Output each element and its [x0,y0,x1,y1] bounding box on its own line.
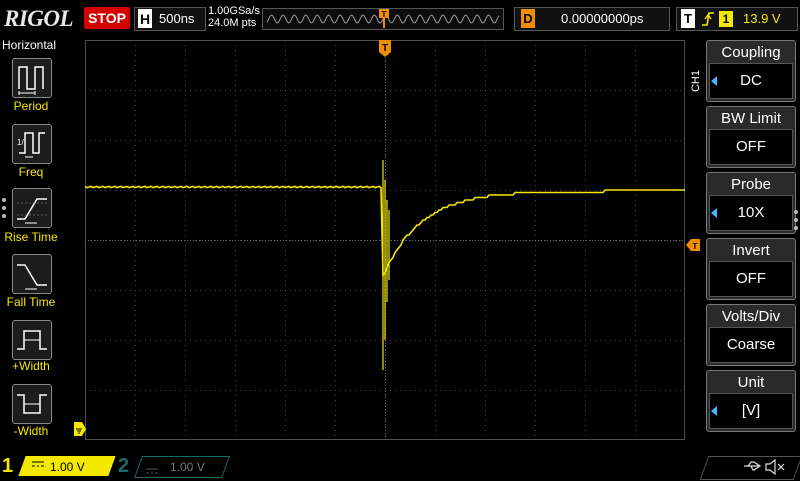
channel-settings-menu: Coupling DC BW Limit OFF Probe 10X Inver… [700,38,800,450]
invert-title: Invert [732,242,770,259]
delay-value: 0.00000000ps [561,11,644,26]
freq-button[interactable]: 1/ [12,124,52,164]
menu-title: Horizontal [2,38,57,52]
coupling-value: DC [709,63,793,99]
period-label: Period [13,99,49,113]
negative-width-button[interactable] [12,384,52,424]
horizontal-measure-menu: Horizontal Period 1/ Freq Rise Time Fall… [0,38,62,448]
fall-time-label: Fall Time [6,295,56,309]
acquisition-info: 1.00GSa/s 24.0M pts [208,5,260,29]
probe-value: 10X [709,195,793,231]
unit-title: Unit [737,374,765,391]
rise-time-icon [17,198,47,224]
unit-value: [V] [709,393,793,429]
period-icon [18,66,44,95]
rise-time-button[interactable] [12,188,52,228]
trigger-position-text: T [382,43,388,54]
timebase-readout[interactable]: H 500ns [134,7,206,31]
ch1-number[interactable]: 1 [2,455,13,478]
unit-softkey[interactable]: Unit [V] [706,370,796,432]
negative-width-icon [17,394,47,414]
period-button[interactable] [12,58,52,98]
rise-time-label: Rise Time [4,230,58,244]
memory-depth: 24.0M pts [208,17,257,29]
fall-time-button[interactable] [12,254,52,294]
volts-div-softkey[interactable]: Volts/Div Coarse [706,304,796,366]
svg-text:T: T [382,10,387,19]
sample-rate: 1.00GSa/s [208,5,260,17]
selector-arrow-icon [711,208,717,218]
probe-title: Probe [730,176,772,193]
invert-softkey[interactable]: Invert OFF [706,238,796,300]
positive-width-label: +Width [12,359,50,373]
memory-position-strip[interactable]: T [262,8,504,30]
dc-coupling-icon [32,461,44,471]
brand-logo: RIGOL [4,6,74,31]
negative-width-label: -Width [13,424,49,438]
freq-label: Freq [18,165,44,179]
ch1-scale: 1.00 V [50,460,85,474]
positive-width-button[interactable] [12,320,52,360]
ch2-scale: 1.00 V [170,460,205,474]
volts-div-value: Coarse [709,327,793,363]
timebase-label: H [138,9,152,28]
top-status-bar: RIGOL STOP H 500ns 1.00GSa/s 24.0M pts T… [0,0,800,38]
bw-limit-title: BW Limit [721,110,781,127]
waveform-graticule [84,40,685,440]
fall-time-icon [17,264,47,290]
trigger-readout[interactable]: T 1 13.9 V [676,7,798,31]
run-stop-indicator[interactable]: STOP [84,7,130,29]
ch2-number[interactable]: 2 [118,455,129,478]
rising-edge-icon [702,12,714,26]
svg-text:1/: 1/ [17,138,24,147]
trigger-position-marker[interactable]: T [378,40,392,63]
invert-value: OFF [709,261,793,297]
ch1-ground-marker[interactable] [74,422,86,441]
dc-coupling-icon [146,463,158,481]
bw-limit-value: OFF [709,129,793,165]
memory-waveform-icon: T [266,9,500,28]
volts-div-title: Volts/Div [721,308,781,325]
svg-text:T: T [693,242,698,251]
selector-arrow-icon [711,76,717,86]
menu-page-indicator [2,194,8,222]
trigger-label: T [681,9,695,28]
bw-limit-softkey[interactable]: BW Limit OFF [706,106,796,168]
frequency-icon: 1/ [17,132,45,158]
positive-width-icon [17,330,47,350]
timebase-value: 500ns [159,11,195,26]
menu-page-indicator [794,206,800,234]
trigger-level-marker[interactable]: T [686,238,700,256]
delay-label: D [521,9,535,28]
channel-status-bar: 1 1.00 V 2 1.00 V [0,452,800,480]
speaker-muted-icon[interactable] [764,459,786,475]
waveform-display[interactable] [84,40,685,440]
usb-icon [744,461,762,471]
coupling-softkey[interactable]: Coupling DC [706,40,796,102]
probe-softkey[interactable]: Probe 10X [706,172,796,234]
trigger-level: 13.9 V [743,11,781,26]
coupling-title: Coupling [721,44,781,61]
trigger-source: 1 [719,11,733,27]
selector-arrow-icon [711,406,717,416]
delay-readout[interactable]: D 0.00000000ps [514,7,670,31]
